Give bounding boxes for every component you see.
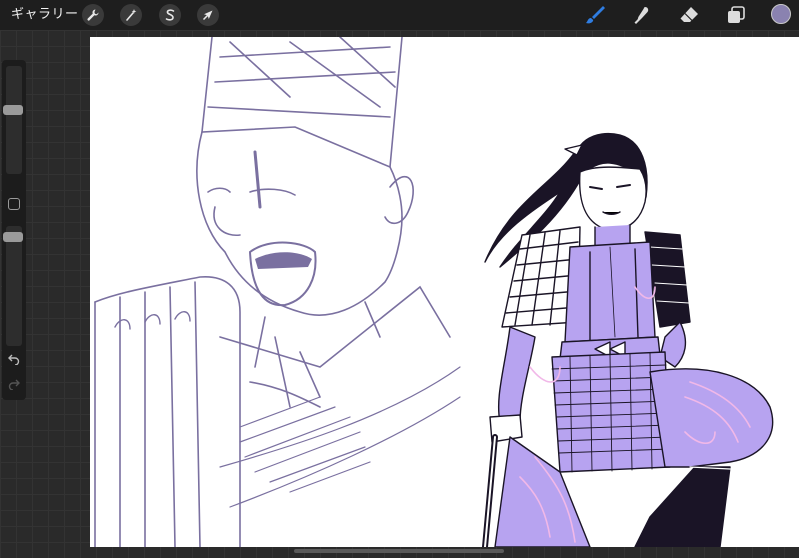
redo-button[interactable]: [2, 378, 26, 394]
drawing-canvas[interactable]: [90, 37, 799, 547]
brush-size-slider[interactable]: [3, 66, 23, 174]
transform-button[interactable]: [197, 4, 219, 26]
wrench-icon: [87, 9, 99, 21]
selection-button[interactable]: [159, 4, 181, 26]
samurai-girl-illustration: [482, 132, 774, 547]
arrow-cursor-icon: [202, 10, 213, 21]
sketch-laughing-man: [94, 37, 461, 547]
modify-button[interactable]: [8, 198, 20, 210]
opacity-slider[interactable]: [3, 226, 23, 346]
brush-icon: [586, 6, 605, 24]
artwork: [94, 37, 774, 547]
adjustments-button[interactable]: [120, 4, 142, 26]
eraser-icon: [680, 7, 698, 22]
layers-button[interactable]: [724, 3, 748, 27]
eraser-tool[interactable]: [677, 3, 701, 27]
gallery-button[interactable]: ギャラリー: [11, 0, 79, 30]
actions-button[interactable]: [82, 4, 104, 26]
magic-wand-icon: [126, 9, 137, 21]
left-sidebar: [2, 60, 26, 400]
smudge-tool[interactable]: [630, 3, 654, 27]
smudge-finger-icon: [634, 7, 649, 24]
home-indicator: [294, 549, 504, 553]
brush-tool[interactable]: [583, 3, 607, 27]
armored-skirt: [551, 351, 671, 473]
brush-size-thumb[interactable]: [3, 105, 23, 115]
layers-icon: [728, 6, 745, 23]
undo-button[interactable]: [2, 353, 26, 369]
color-picker-swatch[interactable]: [771, 4, 791, 24]
redo-icon: [8, 379, 20, 391]
top-toolbar: ギャラリー: [0, 0, 799, 30]
selection-s-icon: [165, 9, 175, 21]
opacity-thumb[interactable]: [3, 232, 23, 242]
undo-icon: [8, 354, 20, 366]
